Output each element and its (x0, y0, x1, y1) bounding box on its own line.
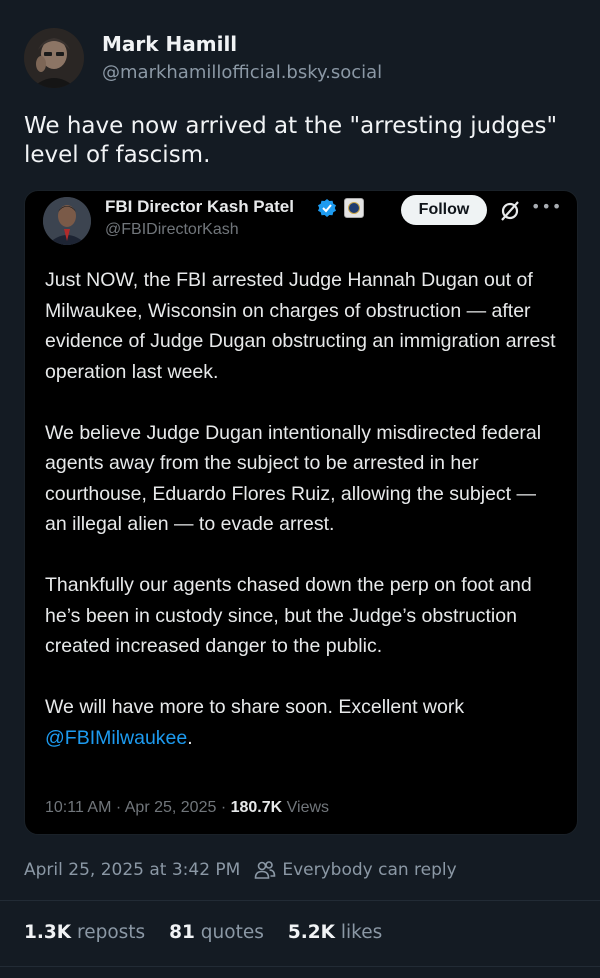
author-avatar[interactable] (24, 28, 84, 88)
follow-button[interactable]: Follow (401, 195, 487, 225)
embed-paragraph: Just NOW, the FBI arrested Judge Hannah … (45, 269, 556, 383)
quotes-stat[interactable]: 81 quotes (169, 922, 264, 943)
views-count: 180.7K (230, 799, 283, 816)
embed-timestamp[interactable]: 10:11 AM · Apr 25, 2025 · (45, 799, 231, 816)
divider (0, 966, 600, 967)
post-container: Mark Hamill @markhamillofficial.bsky.soc… (0, 0, 600, 978)
embed-author-name[interactable]: FBI Director Kash Patel (105, 197, 294, 217)
verified-badge-icon (318, 199, 336, 217)
embed-paragraph: We will have more to share soon. Excelle… (45, 692, 561, 753)
post-text: We have now arrived at the "arresting ju… (24, 113, 565, 168)
reply-setting: Everybody can reply (282, 860, 457, 880)
grok-icon[interactable] (498, 199, 522, 223)
author-handle[interactable]: @markhamillofficial.bsky.social (102, 62, 382, 83)
people-icon (255, 861, 276, 879)
views-label: Views (282, 799, 330, 816)
embed-avatar[interactable] (43, 197, 91, 245)
reposts-label: reposts (71, 922, 146, 943)
likes-label: likes (334, 922, 383, 943)
embed-paragraph: We believe Judge Dugan intentionally mis… (45, 421, 542, 536)
embed-meta: 10:11 AM · Apr 25, 2025 · 180.7K Views (45, 799, 329, 817)
likes-stat[interactable]: 5.2K likes (288, 922, 382, 943)
author-name[interactable]: Mark Hamill (102, 32, 237, 56)
engagement-stats: 1.3K reposts 81 quotes 5.2K likes (24, 922, 406, 943)
embed-author-handle[interactable]: @FBIDirectorKash (105, 221, 239, 239)
embed-paragraph-text: We will have more to share soon. Excelle… (45, 696, 465, 718)
embed-paragraph-end: . (187, 726, 193, 749)
fbi-seal-icon (344, 198, 364, 218)
likes-count: 5.2K (287, 922, 335, 943)
post-datetime[interactable]: April 25, 2025 at 3:42 PM (24, 860, 240, 880)
embed-paragraph: Thankfully our agents chased down the pe… (45, 574, 532, 657)
more-icon[interactable]: ••• (531, 199, 562, 215)
embed-body: Just NOW, the FBI arrested Judge Hannah … (45, 265, 561, 784)
quotes-label: quotes (194, 922, 264, 943)
post-meta: April 25, 2025 at 3:42 PM Everybody can … (24, 860, 457, 880)
mention-link[interactable]: @FBIMilwaukee (45, 727, 187, 749)
embedded-post[interactable]: FBI Director Kash Patel @FBIDirectorKash… (24, 190, 578, 835)
divider (0, 900, 600, 901)
reposts-stat[interactable]: 1.3K reposts (24, 922, 145, 943)
post-header: Mark Hamill @markhamillofficial.bsky.soc… (24, 28, 584, 92)
reposts-count: 1.3K (24, 922, 72, 943)
quotes-count: 81 (169, 922, 195, 943)
